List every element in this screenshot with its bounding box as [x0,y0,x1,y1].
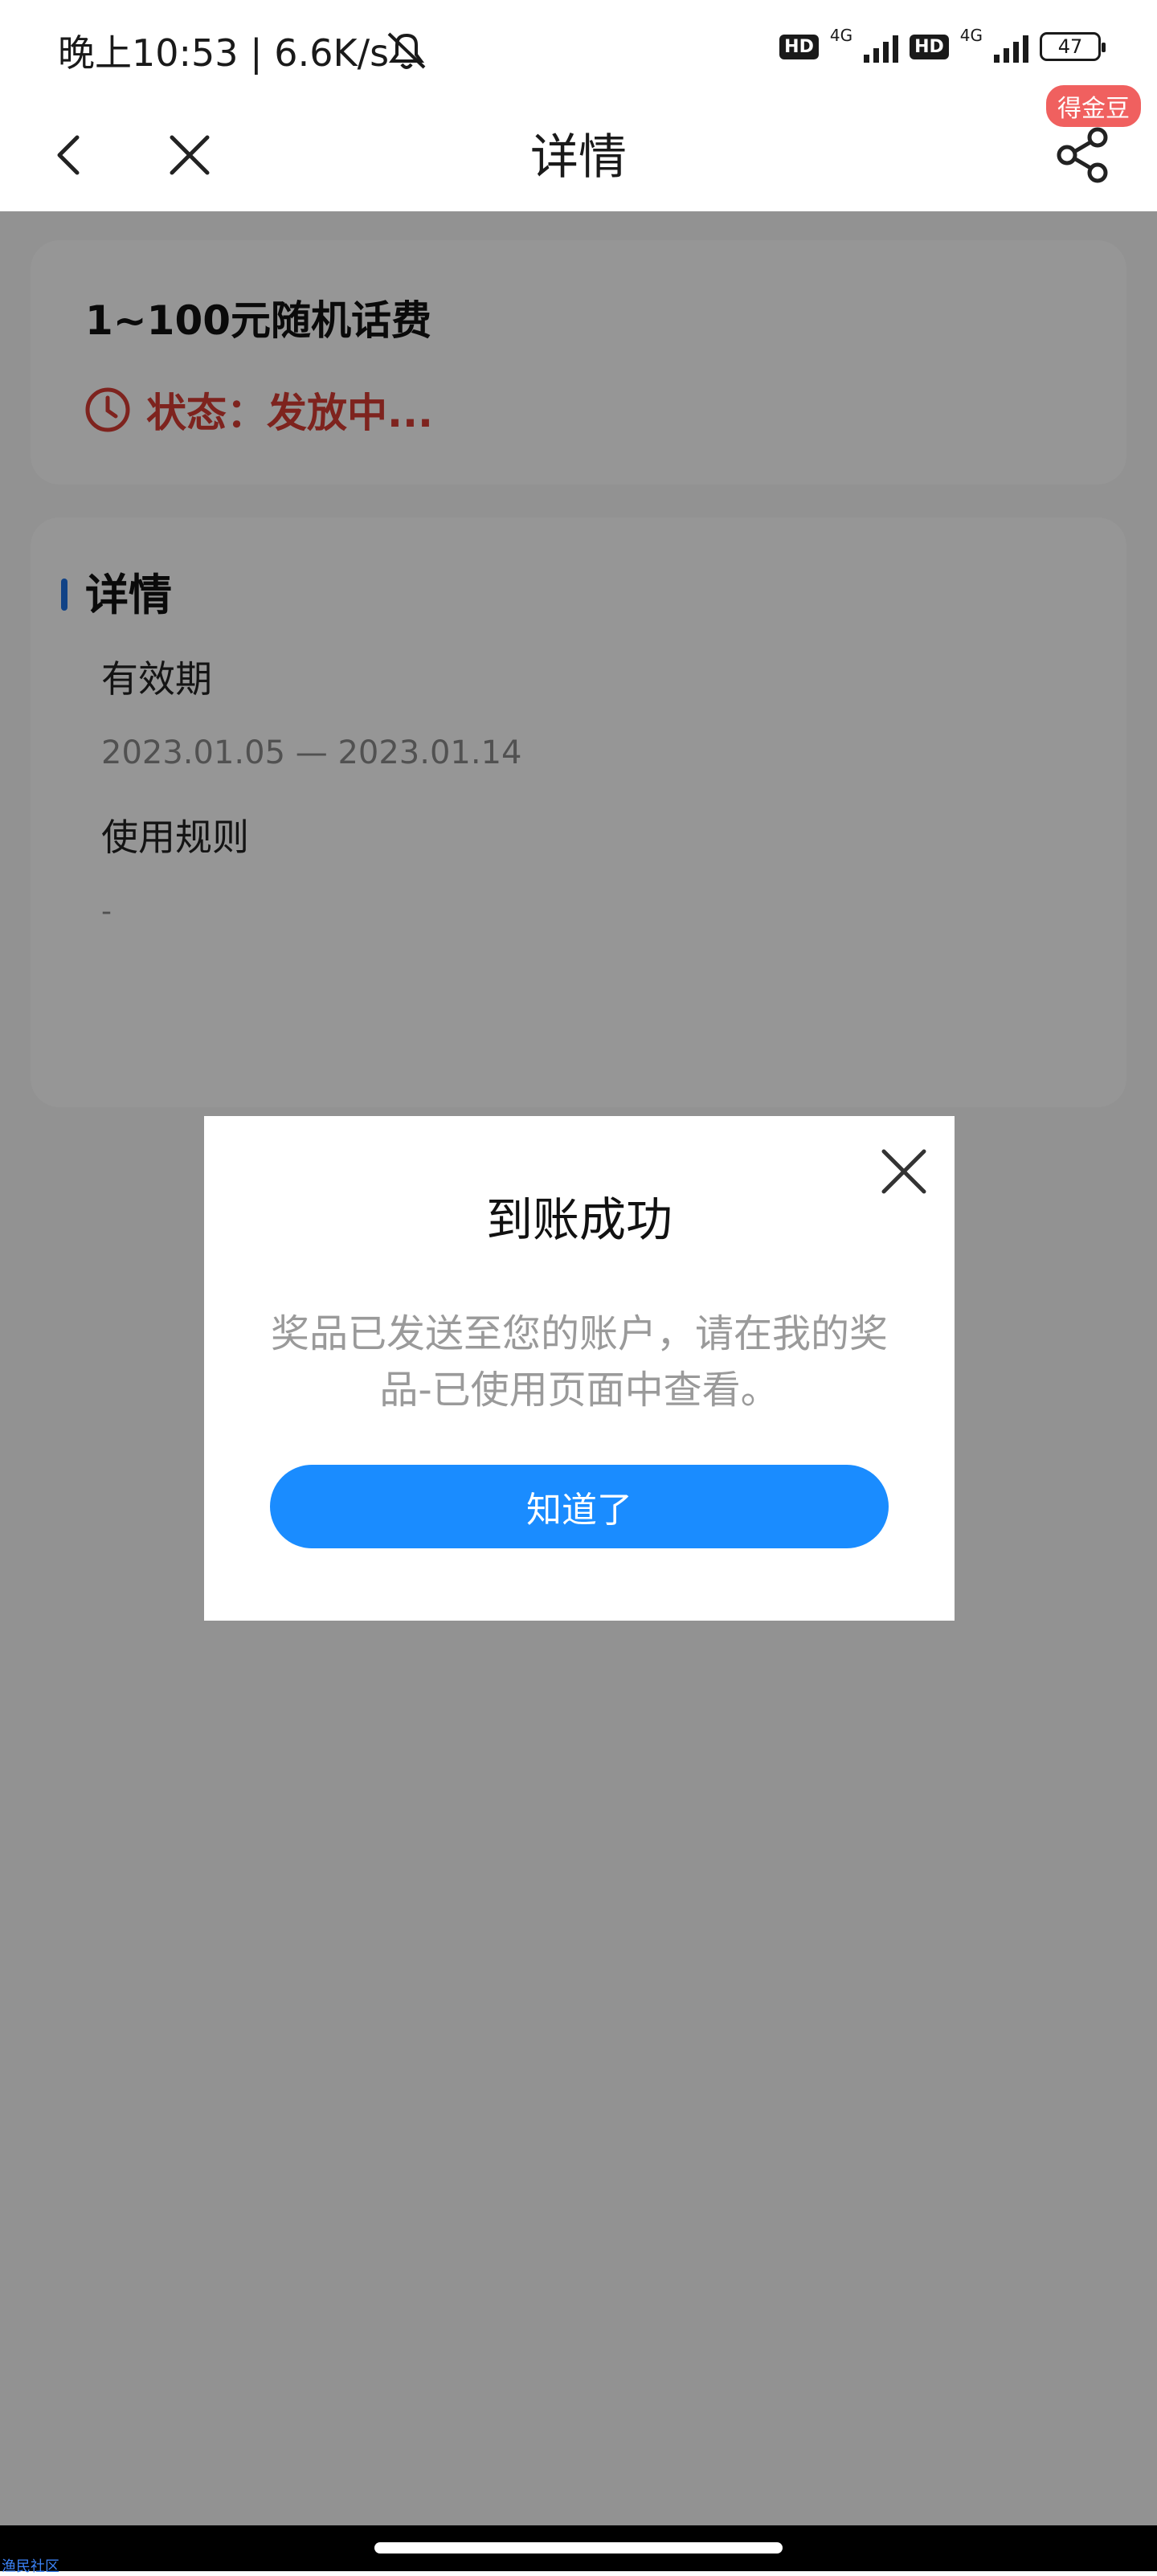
success-dialog: 到账成功 奖品已发送至您的账户，请在我的奖品-已使用页面中查看。 知道了 [204,1116,955,1621]
signal-icon [864,31,899,63]
home-indicator[interactable] [374,2542,783,2554]
status-time: 晚上10:53 | 6.6K/s [58,31,390,75]
got-it-button[interactable]: 知道了 [270,1465,889,1548]
status-bar: 晚上10:53 | 6.6K/s HD 4G HD 4G 47 [0,0,1157,100]
page-title: 详情 [530,129,627,186]
share-icon[interactable] [1046,118,1118,190]
network-type: 4G [959,26,983,45]
hd-badge: HD [910,34,949,59]
hd-badge: HD [779,34,819,59]
gold-bean-badge[interactable]: 得金豆 [1046,85,1141,127]
network-type: 4G [829,26,853,45]
dialog-title: 到账成功 [485,1192,673,1247]
status-icons: HD 4G HD 4G 47 [779,27,1106,63]
dialog-message: 奖品已发送至您的账户，请在我的奖品-已使用页面中查看。 [270,1311,888,1413]
watermark: 渔民社区 [2,2558,59,2575]
battery-icon: 47 [1040,32,1106,61]
page-header: 详情 得金豆 [0,85,1157,211]
mute-bell-icon [387,32,426,69]
signal-icon [994,31,1028,63]
